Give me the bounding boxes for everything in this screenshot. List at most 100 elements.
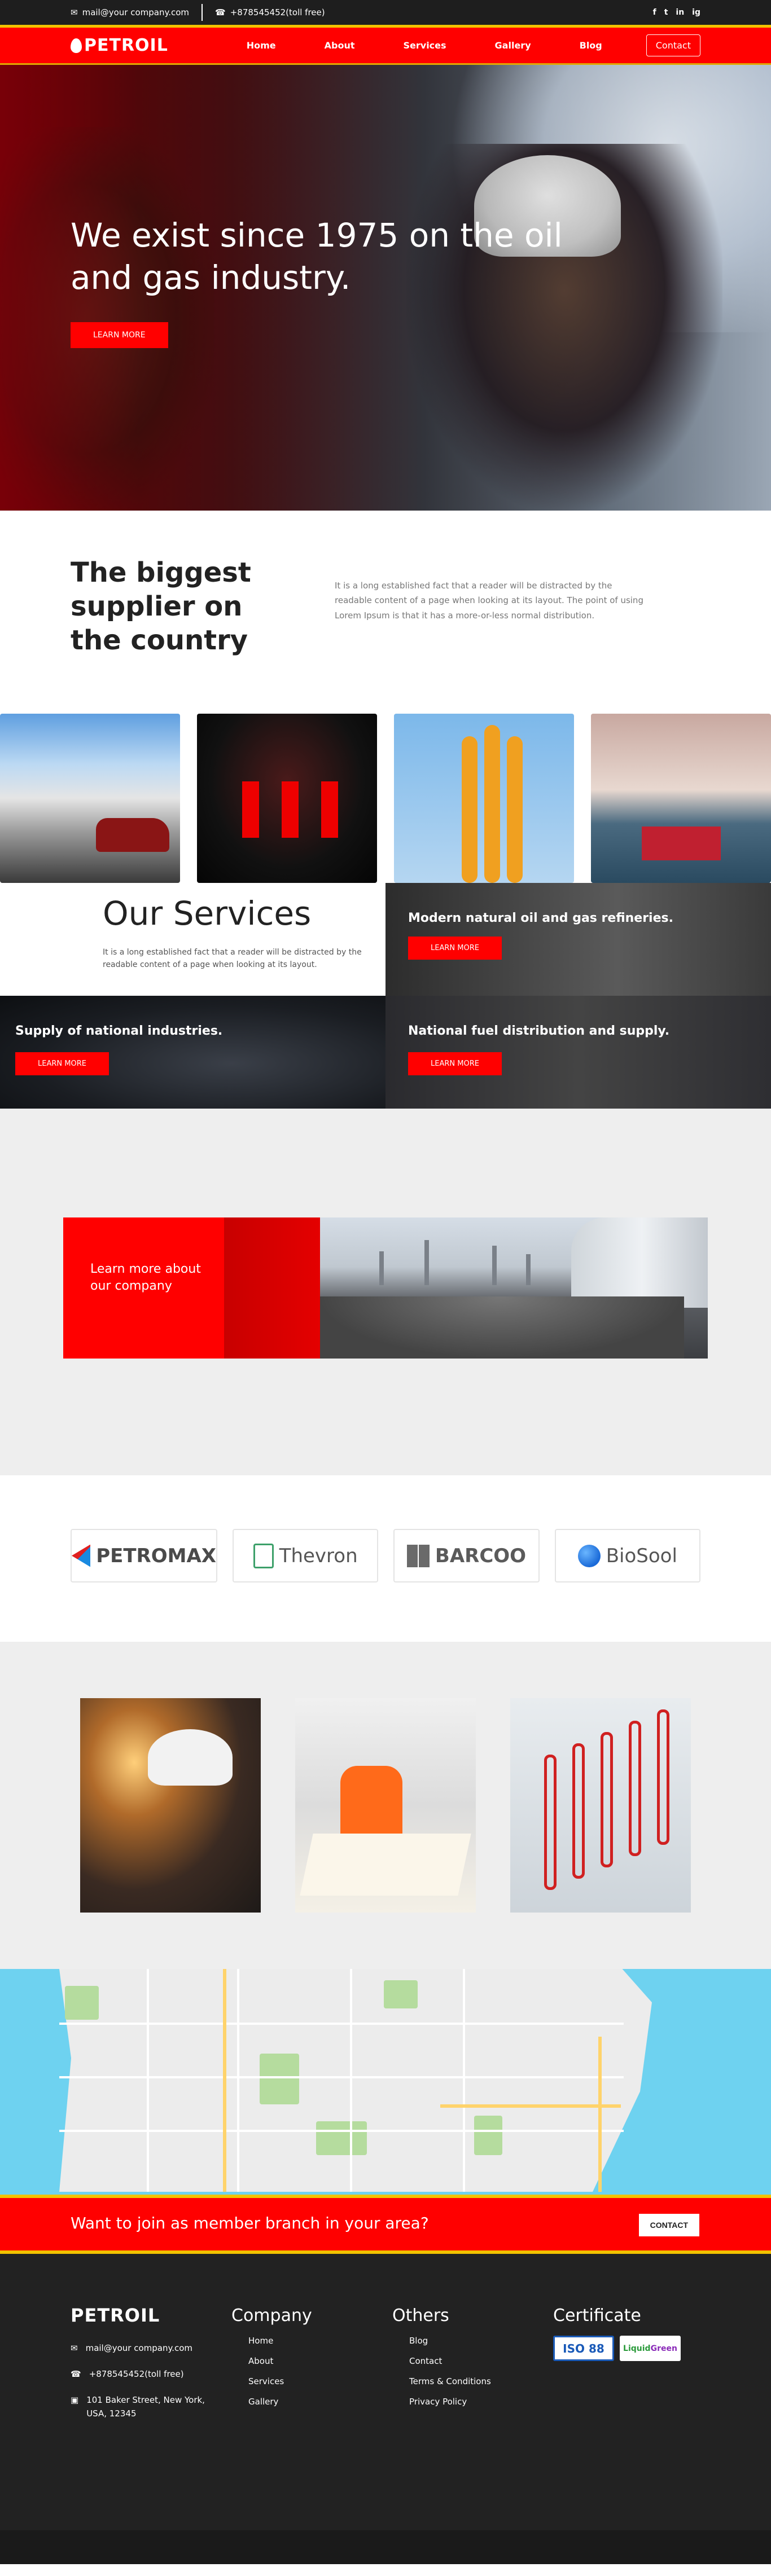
hero-learn-more-button[interactable]: LEARN MORE [71,322,168,348]
nav-blog[interactable]: Blog [580,40,602,51]
map-road [59,2076,624,2078]
linkedin-icon[interactable]: in [676,8,684,17]
learn-more-text[interactable]: Learn more about our company [90,1261,203,1294]
partner-thevron[interactable]: Thevron [233,1529,379,1582]
supplier-section: The biggest supplier on the country It i… [0,511,771,714]
phone-icon: ☎ [215,7,226,17]
pump-shape [282,781,299,838]
partner-petromax[interactable]: PETROMAX [71,1529,217,1582]
footer-link-contact[interactable]: Contact [392,2356,491,2366]
footer-address: ▣ 101 Baker Street, New York, USA, 12345 [71,2393,205,2420]
blueprint-shape [300,1834,471,1896]
image-gallery [0,714,771,883]
vest-shape [340,1766,402,1839]
service-card-title: Modern natural oil and gas refineries. [408,911,673,925]
footer-link-terms[interactable]: Terms & Conditions [392,2376,491,2386]
services-intro: Our Services It is a long established fa… [0,883,386,996]
map-park [474,2116,502,2155]
footer-certificate-column: Certificate ISO 88 Liquid Green [553,2306,681,2361]
footer-link-gallery[interactable]: Gallery [231,2397,312,2407]
footer-others-title: Others [392,2306,449,2326]
pump-shape [321,781,338,838]
biosool-logo-icon [577,1544,601,1567]
top-bar: ✉ mail@your company.com ☎ +878545452(tol… [0,0,771,25]
map-road [147,1969,149,2192]
supplier-text: It is a long established fact that a rea… [335,581,643,621]
topbar-divider [201,4,203,21]
nav-about[interactable]: About [325,40,355,51]
nav-contact-button[interactable]: Contact [646,34,700,56]
nav-menu: Home About Services Gallery Blog Contact [198,34,700,56]
pipe-ring [572,1743,585,1879]
footer-company-title: Company [231,2306,312,2326]
site-logo[interactable]: PETROIL [71,36,168,55]
map-highway [223,1969,226,2192]
address-icon: ▣ [71,2395,79,2405]
pipe-ring [629,1721,641,1856]
learn-red-wall [224,1217,320,1359]
topbar-email[interactable]: ✉ mail@your company.com [71,7,189,17]
footer-link-about[interactable]: About [231,2356,312,2366]
map-road [463,1969,465,2192]
map-road [237,1969,239,2192]
map-park [384,1980,418,2008]
petromax-logo-icon [72,1544,91,1567]
footer-link-privacy[interactable]: Privacy Policy [392,2397,491,2407]
service-learn-more-button[interactable]: LEARN MORE [15,1052,109,1075]
footer-link-services[interactable]: Services [231,2376,312,2386]
refinery-stack [492,1246,497,1285]
footer-bottom-bar [0,2530,771,2564]
location-map[interactable] [0,1969,771,2195]
map-road [59,2130,624,2132]
pipe-ring [544,1755,557,1890]
twitter-icon[interactable]: t [664,8,668,17]
partner-biosool[interactable]: BioSool [554,1529,700,1582]
certificate-badges: ISO 88 Liquid Green [553,2336,681,2361]
liquidgreen-certificate-badge: Liquid Green [620,2336,681,2361]
partner-logos: PETROMAX Thevron BARCOO BioSool [71,1529,700,1582]
join-contact-button[interactable]: CONTACT [638,2214,699,2236]
learn-more-banner[interactable]: Learn more about our company [63,1217,708,1359]
pipe-shape [484,725,500,883]
map-park [316,2121,367,2155]
phone-icon: ☎ [71,2369,81,2379]
footer-certificate-title: Certificate [553,2306,641,2326]
pipe-shape [507,736,523,883]
footer-link-blog[interactable]: Blog [392,2336,491,2346]
team-gallery [0,1642,771,1969]
photo-red-pipes [510,1698,691,1913]
service-learn-more-button[interactable]: LEARN MORE [408,1052,502,1075]
service-card-title: National fuel distribution and supply. [408,1024,670,1038]
gallery-gas-station-day [0,714,180,883]
service-card-industries: Supply of national industries. LEARN MOR… [0,996,386,1109]
footer-email[interactable]: ✉ mail@your company.com [71,2341,205,2355]
services-section: Our Services It is a long established fa… [0,883,771,1109]
topbar-phone[interactable]: ☎ +878545452(toll free) [215,7,325,17]
pipe-ring [601,1732,613,1867]
photo-worker-helmet [80,1698,261,1913]
footer-others-column: Others Blog Contact Terms & Conditions P… [392,2306,491,2417]
map-highway [598,2037,602,2192]
nav-gallery[interactable]: Gallery [495,40,531,51]
service-learn-more-button[interactable]: LEARN MORE [408,937,502,960]
pump-shape [242,781,259,838]
instagram-icon[interactable]: ig [692,8,700,17]
car-shape [96,818,169,852]
barcoo-logo-icon [406,1544,430,1567]
facebook-icon[interactable]: f [653,8,656,17]
partner-barcoo[interactable]: BARCOO [393,1529,540,1582]
learn-section: Learn more about our company [0,1109,771,1475]
footer-link-home[interactable]: Home [231,2336,312,2346]
site-footer: PETROIL ✉ mail@your company.com ☎ +87854… [0,2254,771,2530]
footer-phone[interactable]: ☎ +878545452(toll free) [71,2367,205,2381]
join-cta: Want to join as member branch in your ar… [0,2195,771,2254]
nav-services[interactable]: Services [404,40,446,51]
pipe-ring [657,1709,669,1845]
helmet-shape [148,1729,233,1786]
nav-home[interactable]: Home [247,40,276,51]
refinery-stack [424,1240,429,1285]
supplier-title: The biggest supplier on the country [71,557,251,656]
service-card-refineries: Modern natural oil and gas refineries. L… [386,883,771,996]
service-card-title: Supply of national industries. [15,1024,223,1038]
footer-logo[interactable]: PETROIL [71,2305,160,2326]
